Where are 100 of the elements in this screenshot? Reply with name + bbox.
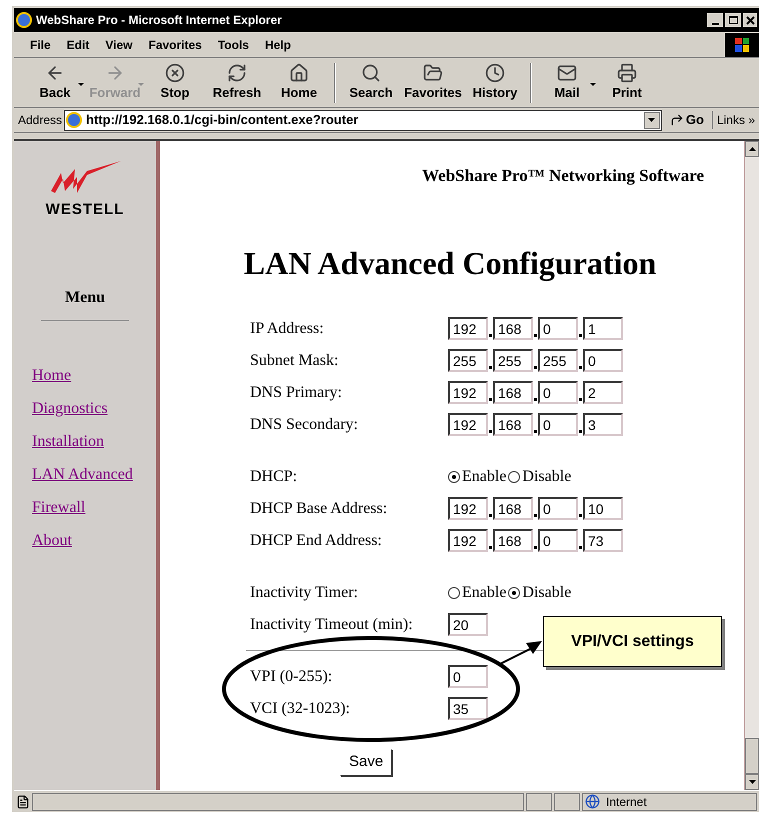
go-arrow-icon [670, 113, 684, 127]
radio-button[interactable] [508, 586, 520, 598]
sidebar-link[interactable]: Home [32, 364, 133, 386]
field-label: DHCP Base Address: [250, 498, 388, 518]
links-button[interactable]: Links » [712, 111, 755, 129]
radio-label: Disable [522, 582, 572, 602]
menu-item[interactable]: Tools [212, 36, 255, 54]
search-icon [361, 62, 381, 83]
input-field[interactable]: 255 [493, 349, 533, 372]
toolbar-button[interactable]: Print [596, 62, 658, 102]
input-field[interactable]: 73 [583, 529, 623, 552]
radio-label: Enable [462, 582, 506, 602]
home-icon [289, 62, 309, 83]
down-arrow-icon [748, 780, 756, 784]
sidebar-link[interactable]: Firewall [32, 496, 133, 518]
toolbar-button[interactable]: Refresh [206, 62, 268, 102]
maximize-button[interactable] [725, 13, 741, 27]
input-field[interactable]: 1 [583, 317, 623, 340]
input-field[interactable]: 168 [493, 413, 533, 436]
stop-icon [165, 62, 185, 83]
sidebar-link[interactable]: Diagnostics [32, 398, 133, 420]
input-field[interactable]: 168 [493, 497, 533, 520]
input-field[interactable]: 0 [538, 529, 578, 552]
save-button[interactable]: Save [340, 748, 392, 776]
toolbar-button[interactable]: History [464, 62, 526, 102]
radio-button[interactable] [508, 470, 520, 482]
caret-icon [648, 118, 656, 122]
up-arrow-icon [748, 147, 756, 151]
menu-heading: Menu [65, 288, 105, 308]
input-field[interactable]: 192 [448, 497, 488, 520]
sidebar-link[interactable]: LAN Advanced [32, 464, 133, 486]
input-field[interactable]: 192 [448, 317, 488, 340]
radio-button[interactable] [448, 586, 460, 598]
close-button[interactable] [743, 13, 757, 27]
minimize-button[interactable] [707, 13, 723, 27]
go-button[interactable]: Go [664, 110, 710, 130]
address-field[interactable]: http://192.168.0.1/cgi-bin/content.exe?router [64, 110, 662, 130]
input-field[interactable]: 35 [448, 697, 488, 720]
input-field[interactable]: 0 [448, 665, 488, 688]
dropdown-button[interactable] [644, 112, 660, 128]
input-field[interactable]: 0 [538, 381, 578, 404]
menu-item[interactable]: Edit [60, 36, 96, 54]
input-field[interactable]: 255 [448, 349, 488, 372]
address-label: Address [18, 112, 62, 129]
input-field[interactable]: 0 [538, 317, 578, 340]
menu-item[interactable]: File [24, 36, 57, 54]
input-field[interactable]: 3 [583, 413, 623, 436]
input-field[interactable]: 192 [448, 413, 488, 436]
menu-item[interactable]: Help [258, 36, 297, 54]
field-label: Inactivity Timer: [250, 582, 359, 602]
input-field[interactable]: 0 [583, 349, 623, 372]
callout-box: VPI/VCI settings [543, 616, 722, 667]
status-pane [554, 792, 580, 810]
window-title: WebShare Pro - Microsoft Internet Explorer [36, 12, 283, 29]
globe-icon [585, 794, 600, 809]
status-pane [526, 792, 552, 810]
zone-label: Internet [606, 794, 647, 810]
folder-icon [423, 62, 443, 83]
field-label: Inactivity Timeout (min): [250, 614, 414, 634]
toolbar-button[interactable]: Home [268, 62, 330, 102]
caret-icon[interactable] [590, 82, 596, 86]
input-field[interactable]: 255 [538, 349, 578, 372]
brand-name: WESTELL [46, 200, 124, 220]
caret-icon[interactable] [78, 82, 84, 86]
toolbar-button[interactable]: Mail [536, 62, 598, 102]
clock-icon [485, 62, 505, 83]
scroll-down-button[interactable] [745, 774, 759, 790]
field-label: VPI (0-255): [250, 666, 334, 686]
arrow [500, 641, 542, 665]
mail-icon [557, 62, 577, 83]
browser-icon [16, 12, 32, 28]
radio-button[interactable] [448, 470, 460, 482]
scroll-thumb[interactable] [745, 738, 759, 774]
field-label: VCI (32-1023): [250, 698, 351, 718]
radio-label: Disable [522, 466, 572, 486]
field-label: Subnet Mask: [250, 350, 340, 370]
input-field[interactable]: 2 [583, 381, 623, 404]
input-field[interactable]: 192 [448, 529, 488, 552]
input-field[interactable]: 168 [493, 381, 533, 404]
input-field[interactable]: 168 [493, 317, 533, 340]
toolbar-button[interactable]: Back [24, 62, 86, 102]
input-field[interactable]: 192 [448, 381, 488, 404]
toolbar-button[interactable]: Search [340, 62, 402, 102]
scrollbar[interactable] [744, 141, 759, 790]
radio-label: Enable [462, 466, 506, 486]
input-field[interactable]: 10 [583, 497, 623, 520]
sidebar-link[interactable]: About [32, 530, 133, 552]
input-field[interactable]: 0 [538, 413, 578, 436]
menu-item[interactable]: View [99, 36, 138, 54]
input-field[interactable]: 0 [538, 497, 578, 520]
input-field[interactable]: 168 [493, 529, 533, 552]
toolbar-button[interactable]: Favorites [402, 62, 464, 102]
toolbar-button[interactable]: Stop [144, 62, 206, 102]
scroll-up-button[interactable] [745, 141, 759, 157]
input-field[interactable]: 20 [448, 613, 488, 636]
field-label: DNS Primary: [250, 382, 343, 402]
sidebar-link[interactable]: Installation [32, 430, 133, 452]
printer-icon [617, 62, 637, 83]
page-heading: LAN Advanced Configuration [244, 244, 656, 284]
menu-item[interactable]: Favorites [142, 36, 208, 54]
